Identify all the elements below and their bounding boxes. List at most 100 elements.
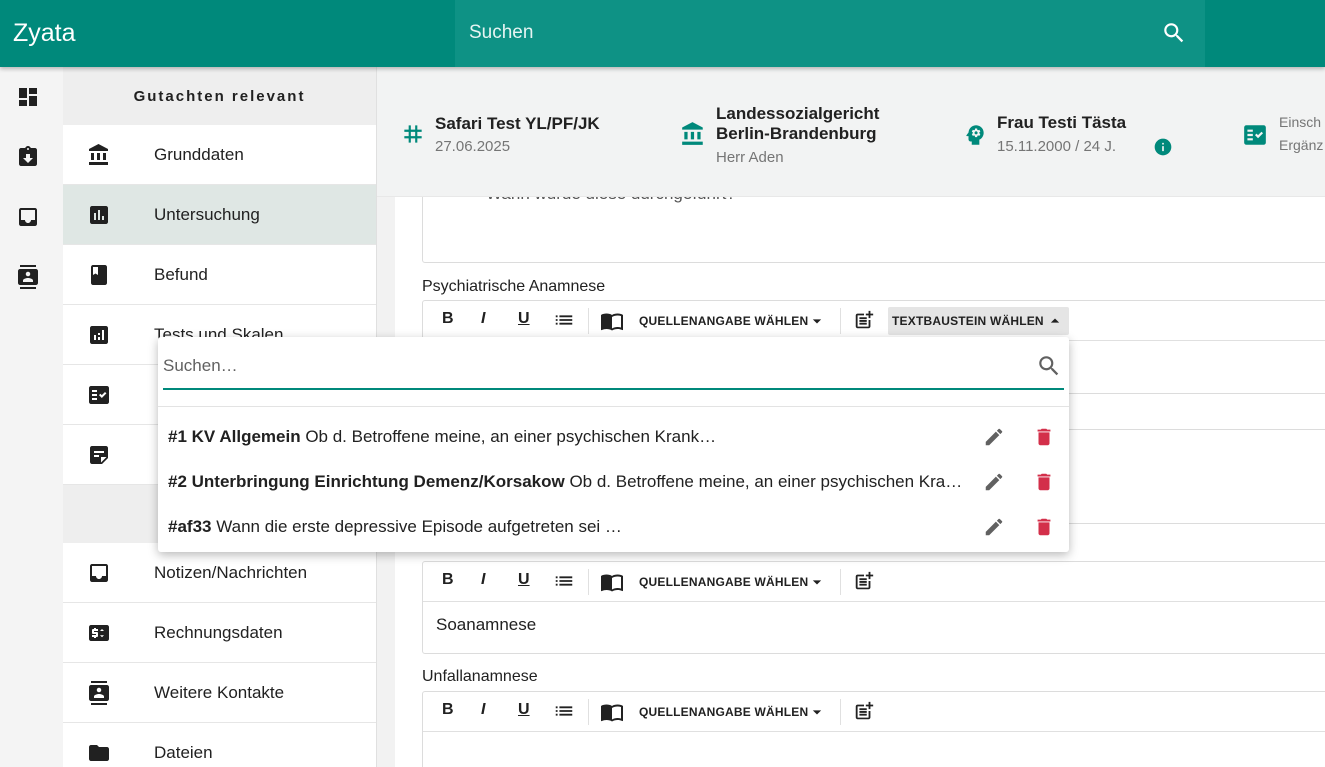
analytics-icon (90, 326, 108, 344)
sidebar-item-rechnungsdaten[interactable]: Rechnungsdaten (63, 603, 376, 663)
textbaustein-popup: Suchen… #1 KV Allgemein Ob d. Betroffene… (158, 337, 1069, 552)
icon-rail (0, 67, 63, 767)
source-select[interactable]: QUELLENANGABE WÄHLEN (639, 705, 808, 719)
editor-toolbar: B I U QUELLENANGABE WÄHLEN (423, 692, 1325, 732)
sidebar-item-dateien[interactable]: Dateien (63, 723, 376, 767)
source-select[interactable]: QUELLENANGABE WÄHLEN (639, 575, 808, 589)
field-label-unfall: Unfallanamnese (422, 668, 538, 685)
sidebar-item-label: Weitere Kontakte (154, 683, 285, 702)
book-open-icon[interactable] (600, 570, 624, 594)
textbaustein-preview: Ob d. Betroffene meine, an einer psychis… (300, 427, 717, 446)
sidebar-item-notizen[interactable]: Notizen/Nachrichten (63, 543, 376, 603)
court-line2: Berlin-Brandenburg (716, 124, 877, 143)
editor-toolbar: B I U QUELLENANGABE WÄHLEN (423, 562, 1325, 602)
sidebar-item-label: Rechnungsdaten (154, 623, 283, 642)
search-input[interactable]: Suchen (469, 22, 533, 44)
case-info-strip: Safari Test YL/PF/JK 27.06.2025 Landesso… (377, 67, 1325, 197)
folder-icon (89, 745, 109, 761)
sidebar-item-befund[interactable]: Befund (63, 245, 376, 305)
app-title[interactable]: Zyata (13, 19, 76, 48)
popup-search-input[interactable]: Suchen… (163, 356, 238, 376)
editor-toolbar: B I U QUELLENANGABE WÄHLEN TEXTBAUSTEIN … (423, 301, 1325, 341)
edit-icon[interactable] (983, 471, 1005, 493)
extra-line1: Einsch (1279, 114, 1322, 130)
inbox-download-icon[interactable] (16, 145, 40, 169)
textbaustein-row[interactable]: #2 Unterbringung Einrichtung Demenz/Kors… (168, 462, 1058, 502)
delete-icon[interactable] (1033, 516, 1055, 538)
book-open-icon[interactable] (600, 309, 624, 333)
search-icon[interactable] (1161, 20, 1187, 46)
toolbar-divider (588, 699, 589, 725)
underline-button[interactable]: U (518, 571, 530, 589)
book-icon (91, 265, 107, 285)
textbaustein-row-text: #af33 Wann die erste depressive Episode … (168, 517, 622, 537)
patient-dob: 15.11.2000 / 24 J. (997, 138, 1116, 155)
textbaustein-preview: Wann die erste depressive Episode aufget… (211, 517, 622, 536)
edit-icon[interactable] (983, 516, 1005, 538)
dashboard-icon[interactable] (16, 85, 40, 109)
sidebar-item-label: Notizen/Nachrichten (154, 563, 308, 582)
textbaustein-label: TEXTBAUSTEIN WÄHLEN (892, 314, 1044, 328)
info-icon[interactable] (1153, 137, 1173, 157)
contacts-icon[interactable] (16, 265, 40, 289)
underline-button[interactable]: U (518, 310, 530, 328)
caret-down-icon[interactable] (807, 311, 827, 331)
popup-search-field[interactable]: Suchen… (163, 347, 1064, 390)
sidebar-item-grunddaten[interactable]: Grunddaten (63, 125, 376, 185)
psychology-icon (966, 125, 984, 145)
field-label-psych: Psychiatrische Anamnese (422, 278, 606, 295)
textbaustein-preview: Ob d. Betroffene meine, an einer psychis… (564, 472, 963, 491)
global-search[interactable]: Suchen (455, 0, 1205, 67)
editor-soma[interactable]: B I U QUELLENANGABE WÄHLEN Soanamnese (422, 561, 1325, 654)
edit-icon[interactable] (983, 426, 1005, 448)
textbaustein-row-text: #2 Unterbringung Einrichtung Demenz/Kors… (168, 472, 963, 492)
post-add-icon[interactable] (853, 700, 875, 722)
textbaustein-code: #1 KV Allgemein (168, 427, 301, 446)
bold-button[interactable]: B (442, 310, 454, 328)
caret-down-icon[interactable] (807, 572, 827, 592)
caret-down-icon[interactable] (807, 702, 827, 722)
sticky-note-icon (90, 446, 108, 464)
toolbar-divider (840, 308, 841, 334)
textbaustein-code: #af33 (168, 517, 212, 536)
list-icon[interactable] (553, 309, 575, 331)
textbaustein-select[interactable]: TEXTBAUSTEIN WÄHLEN (888, 307, 1069, 335)
italic-button[interactable]: I (481, 571, 485, 589)
toolbar-divider (840, 569, 841, 595)
sidebar-item-untersuchung[interactable]: Untersuchung (63, 185, 376, 245)
italic-button[interactable]: I (481, 310, 485, 328)
bold-button[interactable]: B (442, 701, 454, 719)
court-person: Herr Aden (716, 149, 784, 166)
italic-button[interactable]: I (481, 701, 485, 719)
underline-button[interactable]: U (518, 701, 530, 719)
sidebar-item-kontakte[interactable]: Weitere Kontakte (63, 663, 376, 723)
delete-icon[interactable] (1033, 426, 1055, 448)
list-icon[interactable] (553, 700, 575, 722)
list-icon[interactable] (553, 570, 575, 592)
bold-button[interactable]: B (442, 571, 454, 589)
hash-icon (404, 125, 422, 143)
source-select[interactable]: QUELLENANGABE WÄHLEN (639, 314, 808, 328)
patient-name: Frau Testi Tästa (997, 113, 1127, 132)
invoice-icon (89, 625, 109, 641)
bank-icon (89, 144, 108, 165)
textbaustein-row[interactable]: #af33 Wann die erste depressive Episode … (168, 507, 1058, 547)
sidebar-item-label: Befund (154, 265, 208, 284)
sidebar-item-label: Untersuchung (154, 205, 260, 224)
extra-line2: Ergänz (1279, 137, 1324, 153)
textbaustein-row[interactable]: #1 KV Allgemein Ob d. Betroffene meine, … (168, 417, 1058, 457)
editor-unfall[interactable]: B I U QUELLENANGABE WÄHLEN (422, 691, 1325, 767)
sidebar-item-label: Dateien (154, 743, 213, 762)
checklist-icon (1244, 125, 1266, 145)
post-add-icon[interactable] (853, 570, 875, 592)
inbox-icon[interactable] (16, 205, 40, 229)
toolbar-divider (588, 308, 589, 334)
caret-up-icon (1050, 318, 1060, 323)
post-add-icon[interactable] (853, 309, 875, 331)
checklist-icon (89, 386, 109, 404)
top-bar: Zyata Suchen (0, 0, 1325, 67)
court-line1: Landessozialgericht (716, 104, 880, 123)
chart-box-icon (90, 206, 108, 224)
book-open-icon[interactable] (600, 700, 624, 724)
delete-icon[interactable] (1033, 471, 1055, 493)
